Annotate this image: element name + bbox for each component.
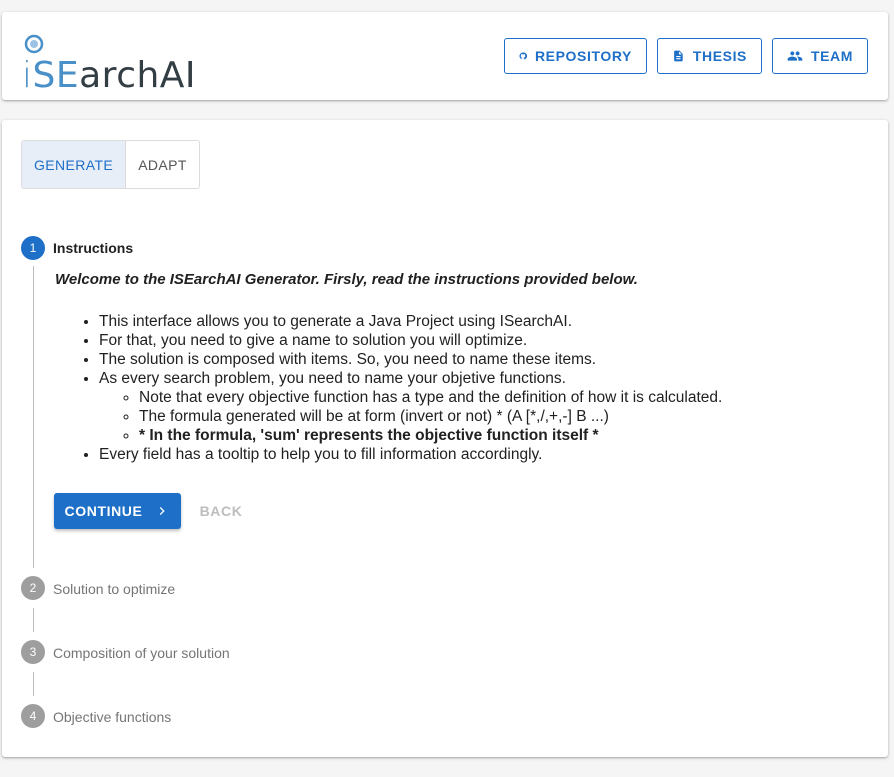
- isearchai-logo[interactable]: iSEarchAI: [22, 34, 196, 94]
- sub-list-item: * In the formula, 'sum' represents the o…: [139, 426, 722, 445]
- list-item: Every field has a tooltip to help you to…: [99, 445, 722, 464]
- step-2-label[interactable]: Solution to optimize: [53, 581, 175, 597]
- instructions-intro: Welcome to the ISEarchAI Generator. Firs…: [55, 271, 638, 288]
- step-4-number: 4: [21, 704, 45, 728]
- step-3-label[interactable]: Composition of your solution: [53, 645, 230, 661]
- sub-list-item: The formula generated will be at form (i…: [139, 407, 722, 426]
- step-1-number: 1: [21, 236, 45, 260]
- main-card: GENERATE ADAPT 1 Instructions Welcome to…: [2, 120, 888, 757]
- logo-text-i: i: [22, 55, 33, 96]
- chevron-right-icon: [160, 507, 166, 515]
- stepper-connector: [33, 266, 34, 568]
- magnifier-icon: [24, 34, 44, 54]
- instructions-list: This interface allows you to generate a …: [99, 312, 722, 464]
- tab-generate[interactable]: GENERATE: [22, 141, 127, 188]
- back-button[interactable]: BACK: [196, 493, 246, 529]
- repository-button[interactable]: REPOSITORY: [504, 38, 647, 74]
- continue-button-label: CONTINUE: [64, 503, 143, 519]
- list-item: This interface allows you to generate a …: [99, 312, 722, 331]
- list-item: As every search problem, you need to nam…: [99, 369, 722, 445]
- step-2-number: 2: [21, 576, 45, 600]
- document-icon: [674, 50, 683, 62]
- sub-list-item: Note that every objective function has a…: [139, 388, 722, 407]
- repository-button-label: REPOSITORY: [534, 48, 632, 64]
- step-4-label[interactable]: Objective functions: [53, 709, 171, 725]
- people-icon: [787, 51, 803, 61]
- logo-text: iSEarchAI: [22, 58, 196, 94]
- stepper-connector: [33, 672, 34, 696]
- thesis-button-label: THESIS: [692, 48, 747, 64]
- step-3-number: 3: [21, 640, 45, 664]
- list-item-text: As every search problem, you need to nam…: [99, 370, 566, 387]
- continue-button[interactable]: CONTINUE: [54, 493, 181, 529]
- list-item: The solution is composed with items. So,…: [99, 350, 722, 369]
- github-icon: [519, 52, 527, 60]
- logo-text-se: SE: [32, 55, 80, 96]
- tab-adapt[interactable]: ADAPT: [126, 141, 199, 188]
- logo-text-rest: archAI: [79, 55, 197, 96]
- step-1-label[interactable]: Instructions: [53, 240, 133, 256]
- thesis-button[interactable]: THESIS: [657, 38, 762, 74]
- list-item: For that, you need to give a name to sol…: [99, 331, 722, 350]
- team-button[interactable]: TEAM: [772, 38, 868, 74]
- stepper-connector: [33, 608, 34, 632]
- app-header: iSEarchAI REPOSITORY THESIS TEAM: [2, 12, 888, 100]
- mode-tabs: GENERATE ADAPT: [21, 140, 200, 189]
- team-button-label: TEAM: [810, 48, 853, 64]
